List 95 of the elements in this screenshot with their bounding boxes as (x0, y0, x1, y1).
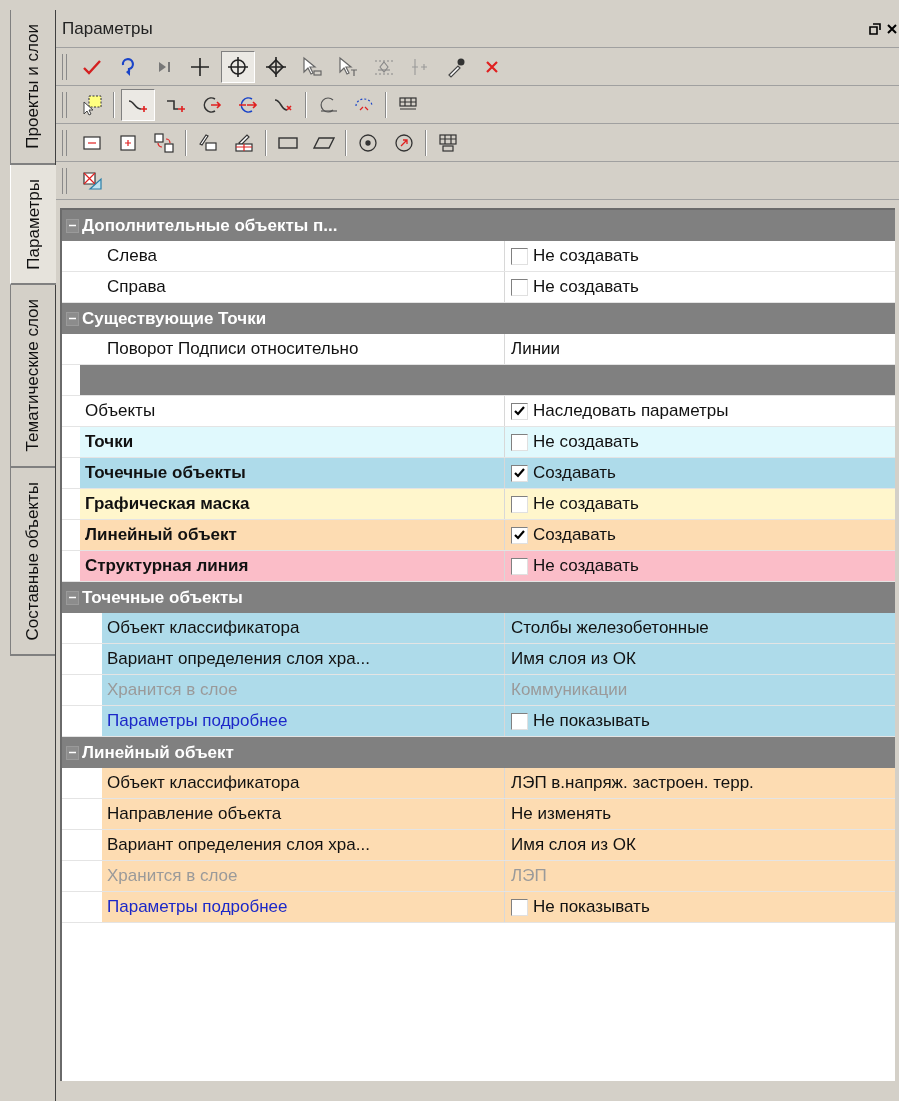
property-label: Направление объекта (107, 803, 282, 826)
link[interactable]: Параметры подробнее (107, 894, 288, 920)
checkbox[interactable] (511, 898, 528, 916)
group-header[interactable]: Дополнительные объекты п... (62, 210, 895, 241)
cross-icon (189, 55, 211, 78)
group-header[interactable]: Линейный объект (62, 737, 895, 768)
property-label: Вариант определения слоя хра... (107, 834, 370, 857)
value-text: Не создавать (533, 245, 639, 268)
property-row[interactable]: Параметры подробнее Не показывать (102, 892, 895, 922)
value-text: ЛЭП (511, 865, 547, 888)
property-row[interactable]: Линейный объект Создавать (80, 520, 895, 550)
value-text: Создавать (533, 462, 616, 485)
toolbar-button[interactable] (221, 50, 255, 83)
value-text: ЛЭП в.напряж. застроен. терр. (511, 772, 754, 795)
property-row[interactable]: Объект классификатора Столбы железобетонные (102, 613, 895, 643)
layers-icon (81, 169, 103, 192)
group-title: Линейный объект (82, 741, 234, 764)
property-label: Хранится в слое (107, 865, 238, 888)
pointer-icon (337, 55, 359, 78)
group-title: Точечные объекты (82, 586, 243, 609)
value-text: Не изменять (511, 803, 612, 826)
collapse-toggle[interactable] (66, 745, 79, 760)
value-text: Линии (511, 338, 561, 361)
value-text: Имя слоя из ОК (511, 834, 636, 857)
value-text: Не показывать (533, 710, 650, 733)
group-header[interactable]: Точечные объекты (62, 582, 895, 613)
property-row[interactable]: Параметры подробнее Не показывать (102, 706, 895, 736)
property-label: Справа (107, 276, 166, 299)
check-icon (514, 529, 525, 541)
diamond-crosshair-icon (265, 55, 287, 78)
property-row[interactable]: Направление объекта Не изменять (102, 799, 895, 829)
checkbox[interactable] (511, 278, 528, 296)
property-label: Объект классификатора (107, 772, 300, 795)
crosshair-icon (227, 55, 249, 78)
property-row[interactable]: Вариант определения слоя хра... Имя слоя из ОК (102, 644, 895, 674)
check-icon (514, 467, 525, 479)
minus-icon (69, 315, 76, 322)
swap-boxes-icon (153, 131, 175, 154)
checkbox[interactable] (511, 712, 528, 730)
value-text: Создавать (533, 524, 616, 547)
property-label: Объект классификатора (107, 617, 300, 640)
table-icon (437, 131, 459, 154)
collapse-toggle[interactable] (66, 590, 79, 605)
group-header[interactable]: Существующие Точки (62, 303, 895, 334)
minus-icon (69, 594, 76, 601)
selection-pointer-icon (81, 93, 103, 116)
pointer-icon (301, 55, 323, 78)
property-row[interactable]: Вариант определения слоя хра... Имя слоя из ОК (102, 830, 895, 860)
property-row[interactable]: Структурная линия Не создавать (80, 551, 895, 581)
checkbox[interactable] (511, 247, 528, 265)
checkbox[interactable] (511, 433, 528, 451)
side-tab[interactable]: Составные объекты (10, 467, 55, 657)
property-row[interactable]: Объект классификатора ЛЭП в.напряж. застроен. терр. (102, 768, 895, 798)
minus-icon (69, 222, 76, 229)
restore-icon[interactable] (869, 22, 881, 35)
property-label: Графическая маска (85, 493, 250, 516)
link[interactable]: Параметры подробнее (107, 708, 288, 734)
value-text: Не создавать (533, 431, 639, 454)
value-text: Не создавать (533, 555, 639, 578)
value-text: Не создавать (533, 493, 639, 516)
checkbox[interactable] (511, 557, 528, 575)
property-label: Структурная линия (85, 555, 249, 578)
group-title: Дополнительные объекты п... (82, 214, 338, 237)
property-row[interactable]: Графическая маска Не создавать (80, 489, 895, 519)
checkbox[interactable] (511, 464, 528, 482)
collapse-toggle[interactable] (66, 218, 79, 233)
property-row[interactable]: Точечные объекты Создавать (80, 458, 895, 488)
side-tab[interactable]: Параметры (10, 164, 56, 286)
property-label: Точки (85, 431, 134, 454)
value-text: Наследовать параметры (533, 400, 729, 423)
side-tab[interactable]: Тематические слои (10, 285, 55, 468)
property-label: Хранится в слое (107, 679, 238, 702)
close-icon[interactable] (887, 22, 897, 35)
check-icon (514, 405, 525, 417)
collapse-toggle[interactable] (66, 311, 79, 326)
value-text: Столбы железобетонные (511, 617, 709, 640)
panel-title: Параметры (62, 17, 153, 40)
property-label: Слева (107, 245, 157, 268)
property-label: Точечные объекты (85, 462, 246, 485)
checkbox[interactable] (511, 495, 528, 513)
value-text: Коммуникации (511, 679, 628, 702)
property-label: Вариант определения слоя хра... (107, 648, 370, 671)
group-title: Существующие Точки (82, 307, 267, 330)
value-text: Не показывать (533, 896, 650, 919)
minus-icon (69, 749, 76, 756)
property-label: Поворот Подписи относительно (107, 338, 359, 361)
value-text: Имя слоя из ОК (511, 648, 636, 671)
checkbox[interactable] (511, 402, 528, 420)
value-text: Не создавать (533, 276, 639, 299)
property-label: Объекты (85, 400, 156, 423)
checkbox[interactable] (511, 526, 528, 544)
side-tab[interactable]: Проекты и слои (10, 10, 55, 165)
property-row[interactable]: Точки Не создавать (80, 427, 895, 457)
property-label: Линейный объект (85, 524, 237, 547)
circle-dot-icon (357, 131, 379, 154)
